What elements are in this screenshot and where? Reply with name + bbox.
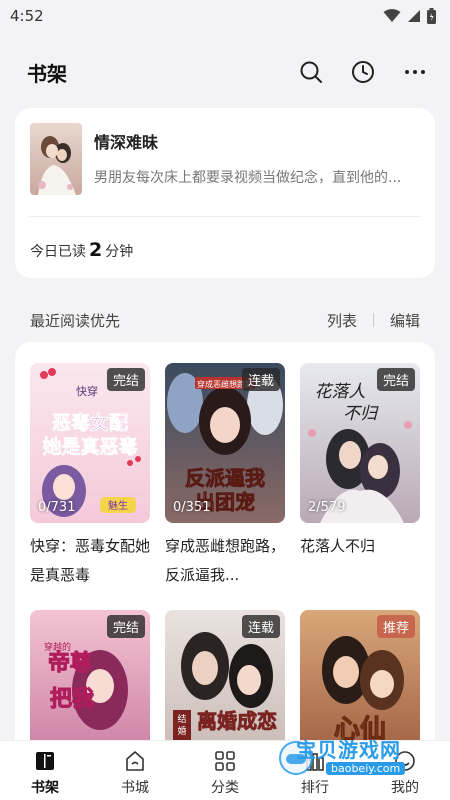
book-item[interactable]: 花落人 不归 完结 2/579 花落人不归 bbox=[300, 363, 420, 590]
read-progress: 0/731 bbox=[38, 500, 76, 515]
book-item[interactable]: 快穿 恶毒女配 她是真恶毒 魅生 完结 0/731 快穿：恶毒女配她是真恶毒 bbox=[30, 363, 150, 590]
svg-text:结: 结 bbox=[177, 713, 186, 725]
wifi-icon bbox=[383, 9, 401, 22]
book-title: 快穿：恶毒女配她是真恶毒 bbox=[30, 537, 150, 584]
shelf-section-header: 最近阅读优先 列表 编辑 bbox=[30, 306, 420, 334]
watermark: 宝贝游戏网 baobeiy.com bbox=[276, 734, 426, 784]
book-item[interactable]: 穿成恶雌想跑路 反派逼我 出团宠 连载 0/351 穿成恶雌想跑路，反派逼我..… bbox=[165, 363, 285, 590]
bookshelf-icon bbox=[36, 752, 54, 770]
divider bbox=[372, 313, 374, 327]
watermark-url: baobeiy.com bbox=[326, 762, 406, 775]
recent-book-title: 情深难昧 bbox=[94, 133, 159, 152]
status-badge: 推荐 bbox=[376, 615, 415, 638]
book-title: 穿成恶雌想跑路，反派逼我... bbox=[165, 537, 285, 584]
status-time: 4:52 bbox=[10, 7, 44, 25]
status-icons bbox=[383, 8, 436, 24]
list-view-button[interactable]: 列表 bbox=[327, 310, 357, 331]
svg-text:恶毒女配: 恶毒女配 bbox=[52, 411, 128, 434]
battery-icon bbox=[427, 8, 436, 24]
status-badge: 连载 bbox=[241, 368, 280, 391]
book-cover[interactable]: 快穿 恶毒女配 她是真恶毒 魅生 完结 0/731 bbox=[30, 363, 150, 523]
category-icon bbox=[215, 751, 235, 771]
svg-text:反派逼我: 反派逼我 bbox=[185, 466, 265, 490]
status-badge: 连载 bbox=[241, 615, 280, 638]
section-actions: 列表 编辑 bbox=[327, 310, 420, 331]
svg-text:花落人: 花落人 bbox=[315, 382, 366, 402]
history-button[interactable] bbox=[350, 59, 376, 85]
cover-tag: 快穿 bbox=[76, 384, 98, 398]
recent-book[interactable]: 情深难昧 男朋友每次床上都要录视频当做纪念，直到他的... bbox=[15, 108, 435, 216]
header-actions bbox=[298, 59, 428, 85]
tab-store[interactable]: 书城 bbox=[90, 741, 180, 800]
read-progress: 0/351 bbox=[173, 500, 211, 515]
sort-label[interactable]: 最近阅读优先 bbox=[30, 310, 120, 331]
today-prefix: 今日已读 bbox=[30, 244, 86, 260]
recent-reading-card[interactable]: 情深难昧 男朋友每次床上都要录视频当做纪念，直到他的... 今日已读 2 分钟 bbox=[15, 108, 435, 278]
recent-book-cover[interactable] bbox=[30, 123, 82, 195]
cover-sticker: 魅生 bbox=[108, 499, 128, 512]
tab-category[interactable]: 分类 bbox=[180, 741, 270, 800]
recent-book-desc: 男朋友每次床上都要录视频当做纪念，直到他的... bbox=[94, 170, 402, 186]
tab-label: 书城 bbox=[121, 780, 149, 796]
svg-text:她是真恶毒: 她是真恶毒 bbox=[42, 435, 137, 458]
svg-text:离婚: 离婚 bbox=[197, 709, 237, 733]
search-icon bbox=[300, 61, 322, 83]
status-badge: 完结 bbox=[106, 368, 145, 391]
watermark-text: 宝贝游戏网 bbox=[296, 738, 401, 762]
book-cover[interactable]: 花落人 不归 完结 2/579 bbox=[300, 363, 420, 523]
svg-text:帝尊: 帝尊 bbox=[48, 650, 92, 676]
book-cover[interactable]: 穿成恶雌想跑路 反派逼我 出团宠 连载 0/351 bbox=[165, 363, 285, 523]
svg-text:把我: 把我 bbox=[50, 686, 94, 712]
svg-text:不归: 不归 bbox=[343, 404, 379, 424]
today-minutes: 2 bbox=[89, 239, 103, 261]
today-suffix: 分钟 bbox=[105, 244, 134, 260]
bookshelf-grid: 快穿 恶毒女配 她是真恶毒 魅生 完结 0/731 快穿：恶毒女配她是真恶毒 穿… bbox=[15, 342, 435, 762]
page-title: 书架 bbox=[27, 61, 67, 86]
search-button[interactable] bbox=[298, 59, 324, 85]
status-badge: 完结 bbox=[376, 368, 415, 391]
status-badge: 完结 bbox=[106, 615, 145, 638]
svg-text:成恋: 成恋 bbox=[237, 709, 277, 733]
tab-label: 分类 bbox=[211, 780, 239, 796]
history-icon bbox=[352, 61, 374, 83]
signal-icon bbox=[408, 10, 420, 22]
status-bar: 4:52 bbox=[0, 0, 450, 32]
today-reading-time: 今日已读 2 分钟 bbox=[15, 217, 435, 261]
edit-button[interactable]: 编辑 bbox=[390, 310, 420, 331]
store-icon bbox=[126, 751, 144, 771]
book-title: 花落人不归 bbox=[300, 537, 376, 555]
read-progress: 2/579 bbox=[308, 500, 346, 515]
app-header: 书架 bbox=[0, 32, 450, 112]
more-button[interactable] bbox=[402, 59, 428, 85]
svg-text:婚: 婚 bbox=[177, 725, 186, 737]
tab-label: 书架 bbox=[31, 780, 59, 796]
more-icon bbox=[405, 70, 425, 74]
tab-bookshelf[interactable]: 书架 bbox=[0, 741, 90, 800]
recent-book-info: 情深难昧 男朋友每次床上都要录视频当做纪念，直到他的... bbox=[94, 123, 421, 216]
